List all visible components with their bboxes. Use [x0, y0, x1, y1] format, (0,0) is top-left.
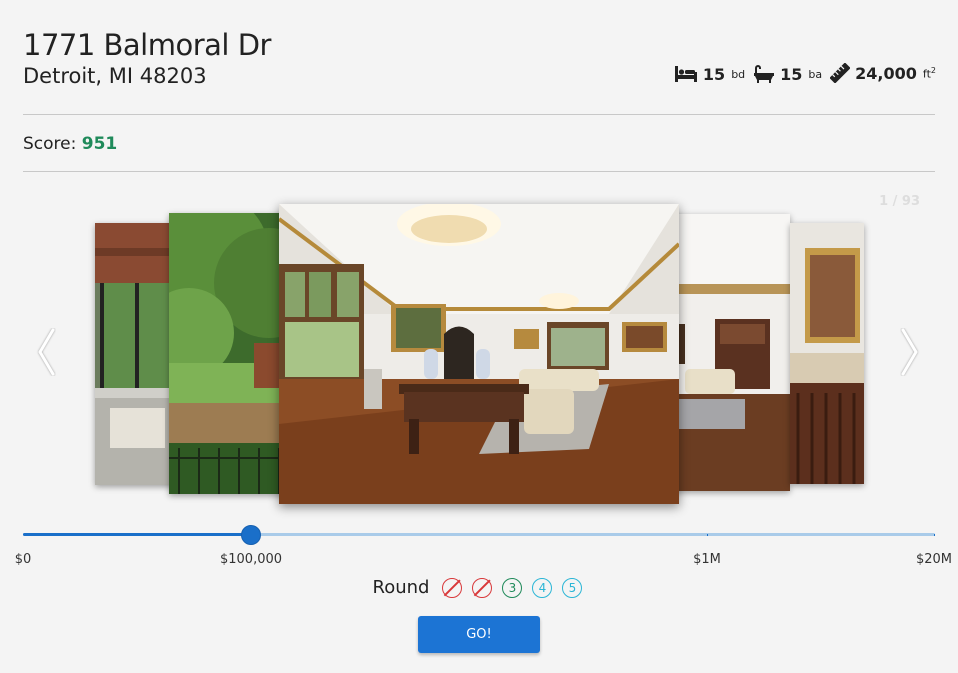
round-badge-1: [442, 577, 463, 598]
slider-label-max: $20M: [915, 552, 953, 567]
prev-photo-button[interactable]: [36, 328, 56, 376]
property-street: 1771 Balmoral Dr: [23, 28, 271, 62]
carousel-photo-far-right[interactable]: [790, 223, 864, 484]
carousel-photo-right[interactable]: [660, 214, 790, 491]
baths-unit: ba: [808, 67, 823, 81]
property-city: Detroit, MI 48203: [23, 64, 207, 88]
area-value: 24,000: [855, 63, 917, 83]
round-indicator: Round 3 4 5: [0, 577, 958, 598]
slider-thumb[interactable]: [241, 525, 261, 545]
slider-label-1m: $1M: [693, 552, 721, 567]
carousel-photo-main[interactable]: [279, 204, 679, 504]
slider-fill: [23, 533, 251, 536]
round-badge-2: [472, 577, 493, 598]
slider-label-value: $100,000: [219, 552, 283, 567]
baths-count: 15: [780, 64, 803, 84]
beds-stat: 15 bd: [674, 65, 745, 84]
divider-top: [23, 114, 935, 115]
beds-count: 15: [702, 64, 726, 84]
score-value: 951: [81, 134, 118, 154]
score: Score: 951: [23, 134, 117, 154]
beds-unit: bd: [731, 67, 746, 81]
photo-carousel[interactable]: 1 / 93: [0, 190, 958, 520]
slider-label-min: $0: [14, 552, 32, 567]
slider-tick-20m: [934, 534, 935, 536]
price-slider[interactable]: [23, 525, 935, 545]
next-photo-button[interactable]: [900, 328, 920, 376]
round-badge-5: 5: [562, 577, 583, 598]
round-badge-3: 3: [502, 577, 523, 598]
area-unit: ft2: [922, 65, 936, 81]
chevron-left-icon: [38, 328, 55, 376]
slider-tick-1m: [707, 534, 708, 536]
round-badge-4: 4: [532, 577, 553, 598]
area-stat: 24,000 ft2: [830, 63, 936, 83]
photo-counter: 1 / 93: [879, 194, 920, 209]
divider-bottom: [23, 171, 935, 172]
page: 1771 Balmoral Dr Detroit, MI 48203 15 bd…: [0, 0, 958, 673]
chevron-right-icon: [901, 328, 918, 376]
ruler-icon: [830, 63, 851, 83]
baths-stat: 15 ba: [753, 65, 822, 84]
go-button[interactable]: GO!: [418, 616, 540, 653]
round-label: Round: [372, 577, 430, 598]
property-stats: 15 bd 15 ba 24,000 ft2: [674, 63, 936, 84]
score-label: Score:: [23, 134, 77, 154]
bed-icon: [674, 66, 697, 82]
bathtub-icon: [754, 65, 775, 83]
